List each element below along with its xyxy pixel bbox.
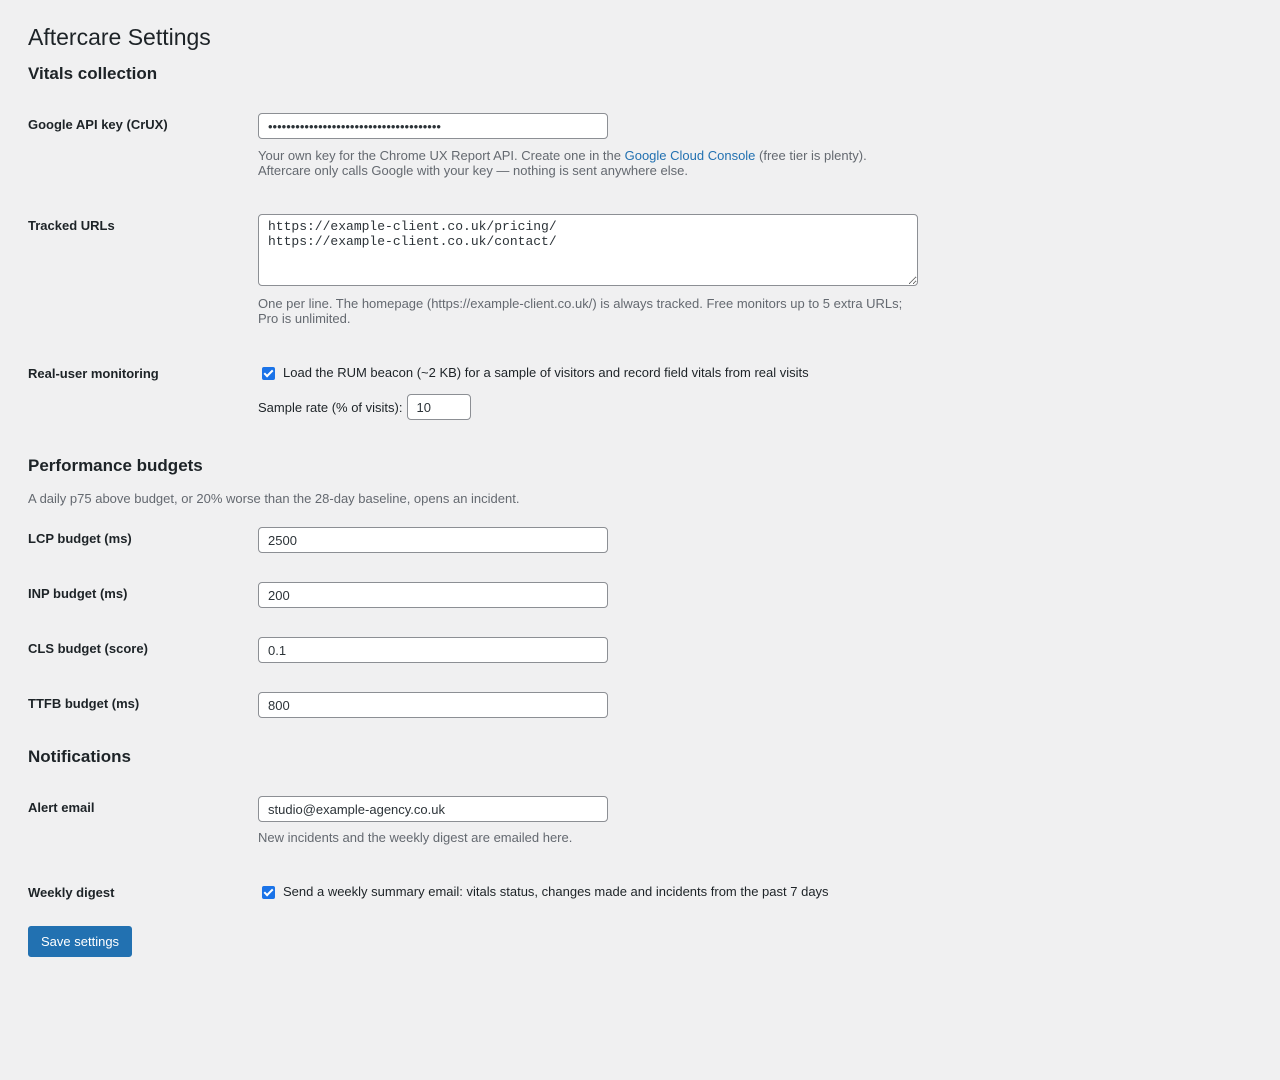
cls-budget-input[interactable] xyxy=(258,637,608,663)
rum-checkbox[interactable] xyxy=(262,366,275,380)
section-heading-vitals: Vitals collection xyxy=(28,64,158,83)
api-key-desc-line2: Aftercare only calls Google with your ke… xyxy=(258,163,688,178)
rum-checkbox-line[interactable]: Load the RUM beacon (~2 KB) for a sample… xyxy=(258,364,958,382)
rum-label: Real-user monitoring xyxy=(28,366,159,381)
api-key-desc-text: Your own key for the Chrome UX Report AP… xyxy=(258,148,625,163)
inp-budget-input[interactable] xyxy=(258,582,608,608)
page-title: Aftercare Settings xyxy=(28,24,211,50)
alert-email-input[interactable] xyxy=(258,796,608,822)
ttfb-label: TTFB budget (ms) xyxy=(28,696,140,711)
sample-rate-label: Sample rate (% of visits): xyxy=(258,399,403,415)
ttfb-budget-input[interactable] xyxy=(258,692,608,718)
sample-rate-line: Sample rate (% of visits): xyxy=(258,394,958,420)
api-key-input[interactable] xyxy=(258,113,608,139)
weekly-digest-checkbox-line[interactable]: Send a weekly summary email: vitals stat… xyxy=(258,883,958,901)
cls-label: CLS budget (score) xyxy=(28,641,148,656)
weekly-digest-checkbox-label: Send a weekly summary email: vitals stat… xyxy=(283,884,829,899)
lcp-label: LCP budget (ms) xyxy=(28,531,132,546)
section-heading-budgets: Performance budgets xyxy=(28,456,203,475)
budgets-description: A daily p75 above budget, or 20% worse t… xyxy=(28,491,520,506)
rum-checkbox-label: Load the RUM beacon (~2 KB) for a sample… xyxy=(283,365,809,380)
tracked-urls-desc-line2: Pro is unlimited. xyxy=(258,311,351,326)
section-heading-notifications: Notifications xyxy=(28,747,131,766)
api-key-description: Your own key for the Chrome UX Report AP… xyxy=(258,148,958,178)
settings-page: Aftercare Settings xyxy=(0,0,1280,52)
tracked-urls-label: Tracked URLs xyxy=(28,218,115,233)
tracked-urls-description: One per line. The homepage (https://exam… xyxy=(258,296,958,326)
tracked-urls-desc-line1: One per line. The homepage (https://exam… xyxy=(258,296,903,311)
sample-rate-input[interactable] xyxy=(406,394,471,420)
api-key-label: Google API key (CrUX) xyxy=(28,117,168,132)
inp-label: INP budget (ms) xyxy=(28,586,128,601)
weekly-digest-label: Weekly digest xyxy=(28,885,115,900)
alert-email-description: New incidents and the weekly digest are … xyxy=(258,830,573,845)
save-settings-button[interactable]: Save settings xyxy=(28,926,133,957)
tracked-urls-textarea[interactable] xyxy=(258,214,918,286)
weekly-digest-checkbox[interactable] xyxy=(262,885,275,899)
lcp-budget-input[interactable] xyxy=(258,527,608,553)
alert-email-label: Alert email xyxy=(28,800,95,815)
api-key-desc-suffix: (free tier is plenty). xyxy=(755,148,867,163)
google-cloud-console-link[interactable]: Google Cloud Console xyxy=(625,148,756,163)
